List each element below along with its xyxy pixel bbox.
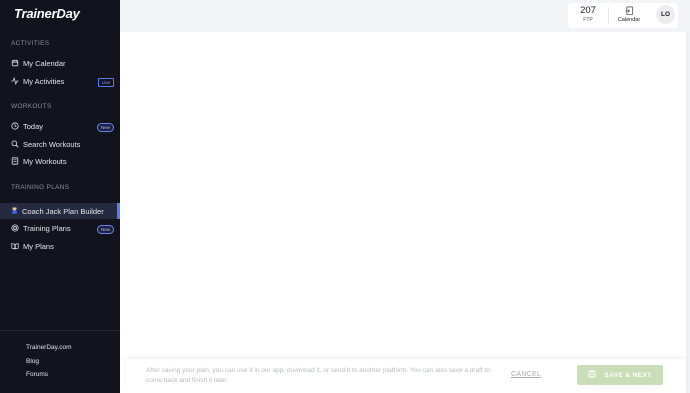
new-badge: New xyxy=(96,123,114,132)
trainerday-logo[interactable]: TrainerDay xyxy=(14,6,80,21)
topbar-separator xyxy=(608,7,609,24)
sidebar-item-label: My Activities xyxy=(23,76,65,86)
sidebar-item-training-plans[interactable]: Training Plans New xyxy=(0,220,120,236)
calendar-export-icon xyxy=(615,6,643,16)
user-avatar[interactable]: LO xyxy=(656,5,675,24)
sidebar-item-coach-jack-plan-builder[interactable]: Coach Jack Plan Builder xyxy=(0,203,120,219)
sidebar-item-label: Coach Jack Plan Builder xyxy=(22,206,104,216)
sidebar-item-my-activities[interactable]: My Activities Live xyxy=(0,73,120,89)
live-badge: Live xyxy=(97,78,114,87)
calendar-icon xyxy=(10,58,20,68)
activity-icon xyxy=(10,76,20,86)
sidebar-item-label: Today xyxy=(23,121,44,131)
sidebar-item-label: My Workouts xyxy=(23,156,67,166)
footer-link-forums[interactable]: Forums xyxy=(26,371,48,378)
ftp-label: FTP xyxy=(583,17,593,23)
topbar-user-group: 207 FTP Calendar LO xyxy=(568,3,678,28)
active-indicator xyxy=(117,203,120,219)
ftp-value: 207 xyxy=(580,5,596,16)
clock-icon xyxy=(10,121,20,131)
scrollbar-track[interactable] xyxy=(686,32,690,393)
sidebar: TrainerDay ACTIVITIES My Calendar My Act… xyxy=(0,0,120,393)
coach-jack-avatar-icon xyxy=(10,206,19,216)
sidebar-item-label: Search Workouts xyxy=(23,139,81,149)
plan-action-bar: After saving your plan, you can use it i… xyxy=(126,359,686,393)
cancel-button[interactable]: CANCEL xyxy=(511,371,541,378)
save-next-label: SAVE & NEXT xyxy=(604,371,652,379)
footer-link-blog[interactable]: Blog xyxy=(26,358,39,365)
sidebar-item-my-workouts[interactable]: My Workouts xyxy=(0,153,120,169)
section-title-workouts: WORKOUTS xyxy=(11,103,52,110)
calendar-label: Calendar xyxy=(617,17,641,23)
list-icon xyxy=(10,156,20,166)
sidebar-item-label: My Plans xyxy=(23,241,54,251)
target-icon xyxy=(10,223,20,233)
app-window: TrainerDay ACTIVITIES My Calendar My Act… xyxy=(0,0,690,393)
footer-link-trainerday[interactable]: TrainerDay.com xyxy=(26,344,72,351)
ftp-display[interactable]: 207 FTP xyxy=(577,5,599,23)
section-title-training-plans: TRAINING PLANS xyxy=(11,184,70,191)
search-icon xyxy=(10,139,20,149)
save-next-button[interactable]: SAVE & NEXT xyxy=(577,365,663,385)
sidebar-item-my-plans[interactable]: My Plans xyxy=(0,238,120,254)
sidebar-divider xyxy=(0,330,120,331)
save-icon xyxy=(588,370,604,380)
sidebar-item-today[interactable]: Today New xyxy=(0,118,120,134)
topbar: 207 FTP Calendar LO xyxy=(120,0,690,32)
sidebar-item-my-calendar[interactable]: My Calendar xyxy=(0,55,120,71)
sidebar-item-search-workouts[interactable]: Search Workouts xyxy=(0,136,120,152)
sidebar-item-label: Training Plans xyxy=(23,223,71,233)
new-badge: New xyxy=(96,225,114,234)
book-icon xyxy=(10,241,20,251)
calendar-button[interactable]: Calendar xyxy=(615,6,643,23)
save-plan-info-text: After saving your plan, you can use it i… xyxy=(146,367,490,384)
section-title-activities: ACTIVITIES xyxy=(11,40,50,47)
sidebar-item-label: My Calendar xyxy=(23,58,66,68)
